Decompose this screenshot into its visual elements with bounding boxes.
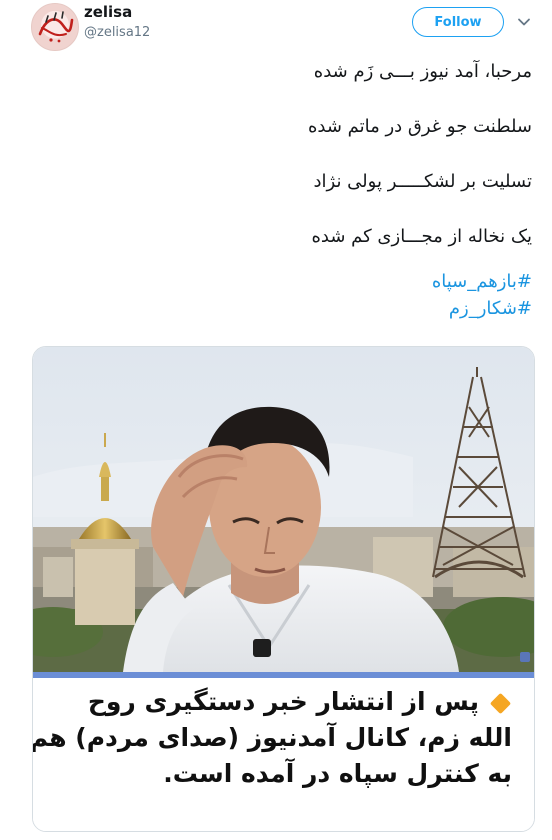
orange-diamond-icon (489, 692, 512, 714)
user-handle[interactable]: @zelisa12 (84, 25, 150, 40)
display-name[interactable]: zelisa (84, 3, 132, 21)
news-photo[interactable] (33, 347, 534, 672)
tweet-text-line: یک نخاله از مجـــازی کم شده (311, 226, 532, 247)
tweet-text-line: مرحبا، آمد نیوز بـــی زَم شده (313, 61, 532, 82)
tweet-body: مرحبا، آمد نیوز بـــی زَم شده سلطنت جو غ… (22, 58, 532, 322)
follow-button[interactable]: Follow (412, 7, 504, 37)
chevron-down-icon[interactable] (516, 14, 532, 30)
caption-line: به کنترل سپاه در آمده است. (163, 759, 512, 788)
caption-line: پس از انتشار خبر دستگیری روح (52, 684, 512, 720)
tweet-text-line: تسلیت بر لشکـــــر پولی نژاد (313, 171, 533, 192)
avatar-calligraphy-logo (38, 11, 74, 43)
hashtag-link[interactable]: #بازهم_سپاه (22, 268, 532, 295)
tweet-header: zelisa @zelisa12 Follow (0, 0, 552, 56)
caption-line: الله زم، کانال آمدنیوز (صدای مردم) هم (32, 723, 512, 752)
tweet-text-line: سلطنت جو غرق در ماتم شده (307, 116, 532, 137)
tweet-media-card[interactable]: پس از انتشار خبر دستگیری روح الله زم، کا… (32, 346, 535, 832)
hashtag-link[interactable]: #شکار_زم (22, 295, 532, 322)
avatar[interactable] (31, 3, 79, 51)
media-caption: پس از انتشار خبر دستگیری روح الله زم، کا… (32, 684, 512, 792)
caption-panel: پس از انتشار خبر دستگیری روح الله زم، کا… (32, 678, 534, 831)
